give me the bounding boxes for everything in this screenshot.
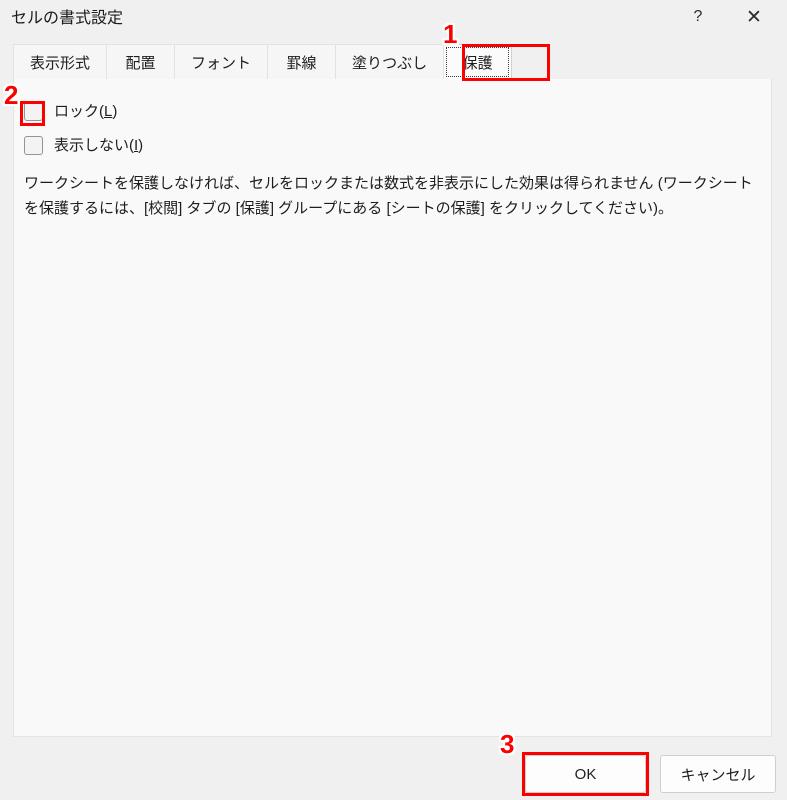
tab-label: 塗りつぶし (352, 54, 428, 72)
tab-protection[interactable]: 保護 (444, 44, 513, 80)
tab-fill[interactable]: 塗りつぶし (336, 44, 445, 80)
ok-button[interactable]: OK (525, 755, 646, 793)
lock-checkbox-row[interactable]: ロック(L) (24, 102, 117, 121)
tab-alignment[interactable]: 配置 (107, 44, 176, 80)
hidden-checkbox-label: 表示しない(I) (54, 136, 143, 155)
tab-label: 保護 (462, 54, 493, 72)
lock-label-text: ロック( (54, 103, 104, 120)
tab-strip: 表示形式 配置 フォント 罫線 塗りつぶし 保護 (0, 44, 787, 80)
tab-label: 表示形式 (30, 54, 91, 72)
tab-number-format[interactable]: 表示形式 (13, 44, 108, 80)
hidden-label-paren: ) (138, 137, 144, 154)
hidden-checkbox[interactable] (24, 136, 43, 155)
close-icon[interactable]: ✕ (731, 0, 777, 34)
tab-font[interactable]: フォント (175, 44, 269, 80)
dialog-footer: OK キャンセル (0, 737, 787, 800)
lock-checkbox[interactable] (24, 102, 43, 121)
lock-label-paren: ) (112, 103, 118, 120)
hidden-checkbox-row[interactable]: 表示しない(I) (24, 136, 143, 155)
tab-label: フォント (191, 54, 252, 72)
tab-label: 罫線 (286, 54, 317, 72)
cancel-button[interactable]: キャンセル (660, 755, 776, 793)
lock-checkbox-label: ロック(L) (54, 102, 117, 121)
protection-panel: ロック(L) 表示しない(I) ワークシートを保護しなければ、セルをロックまたは… (13, 79, 772, 737)
hidden-label-text: 表示しない( (54, 137, 134, 154)
help-icon[interactable]: ? (675, 0, 721, 34)
tab-label: 配置 (125, 54, 156, 72)
protection-description: ワークシートを保護しなければ、セルをロックまたは数式を非表示にした効果は得られま… (24, 175, 753, 217)
page-title: セルの書式設定 (11, 10, 124, 27)
tab-border[interactable]: 罫線 (268, 44, 337, 80)
title-bar: セルの書式設定 ? ✕ (0, 0, 787, 38)
